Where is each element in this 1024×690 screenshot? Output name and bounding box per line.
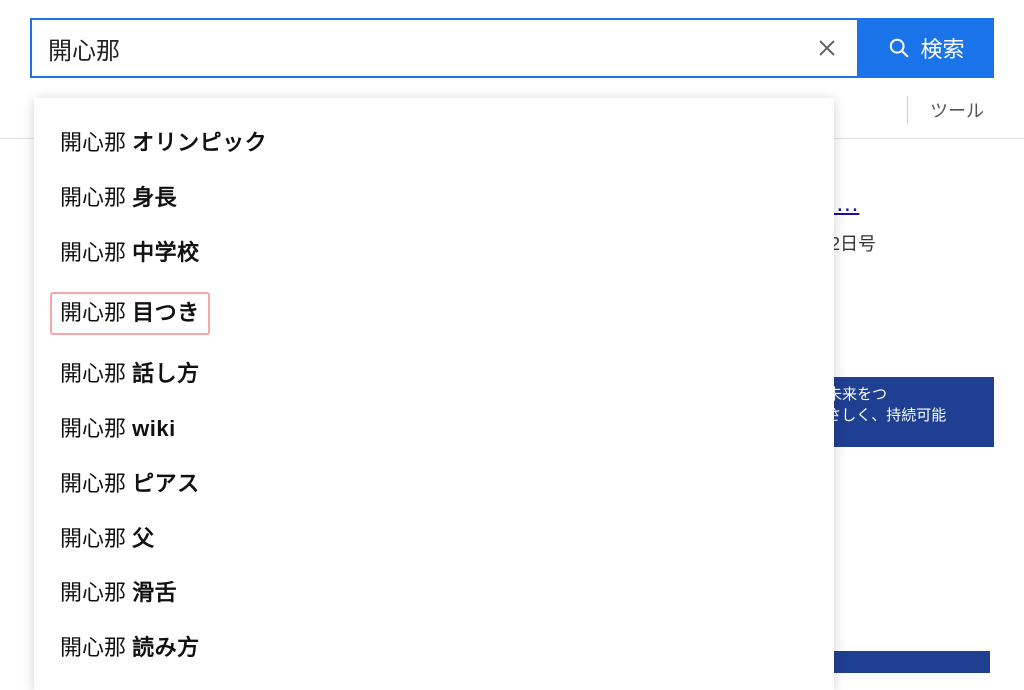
suggestion-suffix: オリンピック [132, 130, 267, 155]
suggestion-prefix: 開心那 [60, 185, 132, 210]
suggestion-prefix: 開心那 [60, 300, 132, 325]
toolbar-divider [907, 96, 908, 124]
tools-link[interactable]: ツール [930, 97, 984, 123]
suggestion-prefix: 開心那 [60, 130, 132, 155]
suggestion-prefix: 開心那 [60, 416, 132, 441]
suggestion-suffix: 中学校 [132, 240, 200, 265]
suggestion-suffix: 読み方 [132, 635, 200, 660]
suggestion-prefix: 開心那 [60, 471, 132, 496]
suggestion-prefix: 開心那 [60, 580, 132, 605]
suggestion-suffix: 身長 [132, 185, 177, 210]
suggestion-suffix: 目つき [132, 300, 200, 325]
suggestion-item[interactable]: 開心那 中学校 [34, 226, 834, 281]
search-input-container [30, 18, 859, 78]
suggestion-item[interactable]: 開心那 身長 [34, 171, 834, 226]
suggestion-highlight: 開心那 目つき [50, 292, 210, 335]
search-button-label: 検索 [920, 32, 964, 64]
suggestion-suffix: 滑舌 [132, 580, 177, 605]
suggestion-suffix: 父 [132, 526, 155, 551]
close-icon [816, 37, 838, 59]
suggestion-item[interactable]: 開心那 ピアス [34, 457, 834, 512]
suggestion-suffix: wiki [132, 416, 176, 441]
search-input[interactable] [48, 34, 813, 62]
search-button[interactable]: 検索 [859, 18, 994, 78]
search-bar: 検索 [30, 18, 994, 78]
suggestion-item[interactable]: 開心那 父 [34, 512, 834, 567]
suggestions-dropdown: 開心那 オリンピック開心那 身長開心那 中学校開心那 目つき開心那 話し方開心那… [34, 98, 834, 690]
suggestion-prefix: 開心那 [60, 635, 132, 660]
suggestion-item[interactable]: 開心那 話し方 [34, 347, 834, 402]
suggestion-item[interactable]: 開心那 目つき [34, 280, 834, 347]
search-icon [888, 37, 910, 59]
suggestion-prefix: 開心那 [60, 361, 132, 386]
suggestion-prefix: 開心那 [60, 240, 132, 265]
suggestion-prefix: 開心那 [60, 526, 132, 551]
clear-button[interactable] [813, 34, 841, 62]
suggestion-suffix: ピアス [132, 471, 200, 496]
suggestion-item[interactable]: 開心那 滑舌 [34, 566, 834, 621]
suggestion-item[interactable]: 開心那 オリンピック [34, 116, 834, 171]
suggestion-item[interactable]: 開心那 wiki [34, 402, 834, 457]
suggestion-item[interactable]: 開心那 読み方 [34, 621, 834, 676]
suggestion-suffix: 話し方 [132, 361, 200, 386]
